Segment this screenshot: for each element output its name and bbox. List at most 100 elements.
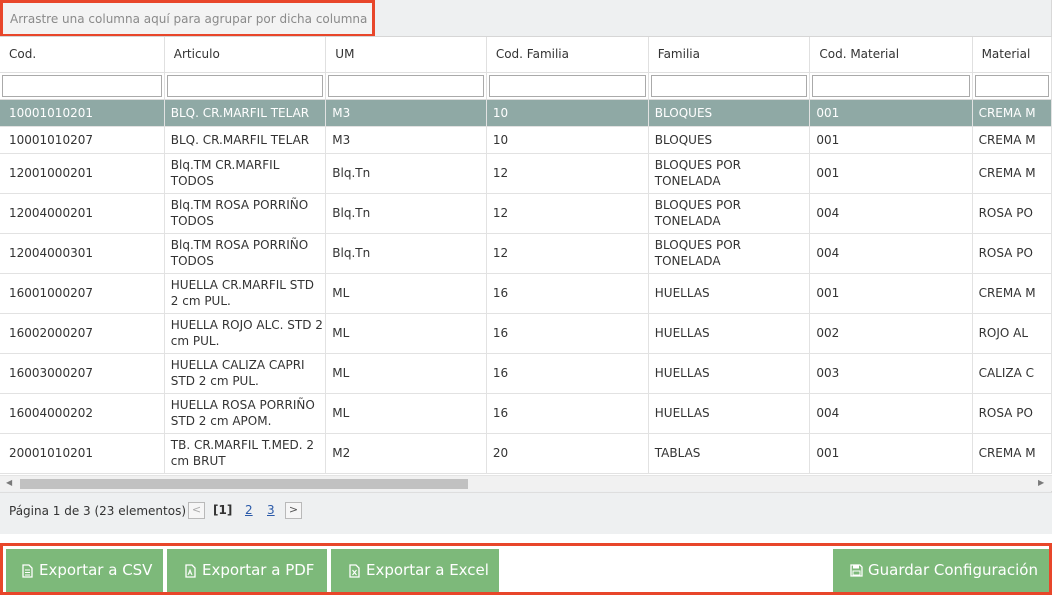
export-csv-label: Exportar a CSV: [39, 561, 153, 579]
cell-cod: 10001010201: [0, 99, 165, 127]
cell-cod-material: 004: [809, 193, 973, 234]
table-row[interactable]: 10001010201 BLQ. CR.MARFIL TELAR M3 10 BLOQU…: [0, 99, 1052, 127]
file-excel-icon: [349, 563, 360, 578]
cell-cod-familia: 16: [486, 273, 649, 314]
table-row[interactable]: 16002000207 HUELLA ROJO ALC. STD 2 cm PUL…: [0, 313, 1052, 354]
cell-familia: BLOQUES POR TONELADA: [648, 193, 811, 234]
cell-material: ROJO AL: [972, 313, 1052, 354]
table-row[interactable]: 12001000201 Blq.TM CR.MARFIL TODOS Blq.Tn 1…: [0, 153, 1052, 194]
cell-cod-material: 001: [809, 273, 973, 314]
pager: Página 1 de 3 (23 elementos) < [1] 2 3 >: [0, 492, 1052, 534]
cell-articulo: HUELLA ROJO ALC. STD 2 cm PUL.: [164, 313, 327, 354]
filter-row: [0, 72, 1052, 100]
column-header-cod-familia[interactable]: Cod. Familia: [486, 37, 649, 73]
cell-um: ML: [325, 393, 487, 434]
cell-familia: BLOQUES: [648, 99, 811, 127]
export-pdf-button[interactable]: Exportar a PDF: [167, 549, 327, 592]
grid-table-area: Cod. Articulo UM Cod. Familia Familia Co…: [0, 36, 1052, 475]
scrollbar-thumb[interactable]: [20, 479, 468, 489]
cell-material: CREMA M: [972, 153, 1052, 194]
table-row[interactable]: 12004000201 Blq.TM ROSA PORRIÑO TODOS Blq.…: [0, 193, 1052, 234]
cell-cod: 20001010201: [0, 433, 165, 474]
group-panel-hint: Arrastre una columna aquí para agrupar p…: [10, 12, 368, 26]
table-row[interactable]: 10001010207 BLQ. CR.MARFIL TELAR M3 10 BLOQU…: [0, 126, 1052, 154]
filter-input-material[interactable]: [974, 74, 1049, 97]
export-pdf-label: Exportar a PDF: [202, 561, 315, 579]
cell-material: ROSA PO: [972, 233, 1052, 274]
cell-cod: 10001010207: [0, 126, 165, 154]
cell-um: ML: [325, 273, 487, 314]
export-excel-label: Exportar a Excel: [366, 561, 489, 579]
column-header-material[interactable]: Material: [972, 37, 1052, 73]
cell-cod-material: 001: [809, 153, 973, 194]
filter-input-familia[interactable]: [650, 74, 808, 97]
table-row[interactable]: 20001010201 TB. CR.MARFIL T.MED. 2 cm BRU…: [0, 433, 1052, 474]
cell-cod: 16004000202: [0, 393, 165, 434]
cell-familia: TABLAS: [648, 433, 811, 474]
cell-um: ML: [325, 353, 487, 394]
export-csv-button[interactable]: Exportar a CSV: [6, 549, 163, 592]
file-text-icon: [22, 563, 33, 578]
cell-cod-familia: 10: [486, 99, 649, 127]
cell-articulo: HUELLA CALIZA CAPRI STD 2 cm PUL.: [164, 353, 327, 394]
filter-input-cod[interactable]: [2, 74, 162, 97]
column-header-um[interactable]: UM: [325, 37, 487, 73]
column-header-familia[interactable]: Familia: [648, 37, 811, 73]
cell-cod: 16002000207: [0, 313, 165, 354]
pager-current-page: [1]: [213, 503, 233, 517]
data-grid: Arrastre una columna aquí para agrupar p…: [0, 0, 1052, 534]
cell-articulo: HUELLA ROSA PORRIÑO STD 2 cm APOM.: [164, 393, 327, 434]
file-pdf-icon: [185, 563, 196, 578]
cell-cod: 12001000201: [0, 153, 165, 194]
pager-summary: Página 1 de 3 (23 elementos): [9, 504, 187, 518]
cell-familia: HUELLAS: [648, 313, 811, 354]
filter-input-cod-material[interactable]: [812, 74, 970, 97]
filter-input-cod-familia[interactable]: [488, 74, 646, 97]
pager-page-2[interactable]: 2: [245, 503, 253, 517]
column-header-cod[interactable]: Cod.: [0, 37, 165, 73]
cell-material: CREMA M: [972, 433, 1052, 474]
cell-cod-material: 001: [809, 99, 973, 127]
cell-um: Blq.Tn: [325, 233, 487, 274]
cell-material: ROSA PO: [972, 193, 1052, 234]
cell-cod: 12004000301: [0, 233, 165, 274]
cell-cod-material: 004: [809, 393, 973, 434]
save-configuration-button[interactable]: Guardar Configuración: [833, 549, 1049, 592]
group-by-panel[interactable]: Arrastre una columna aquí para agrupar p…: [0, 0, 375, 37]
table-row[interactable]: 16004000202 HUELLA ROSA PORRIÑO STD 2 cm …: [0, 393, 1052, 434]
scroll-left-arrow-icon[interactable]: ◀: [6, 478, 12, 487]
cell-cod-material: 003: [809, 353, 973, 394]
scroll-right-arrow-icon[interactable]: ▶: [1038, 478, 1044, 487]
table-row[interactable]: 12004000301 Blq.TM ROSA PORRIÑO TODOS Blq.…: [0, 233, 1052, 274]
table-row[interactable]: 16001000207 HUELLA CR.MARFIL STD 2 cm PUL…: [0, 273, 1052, 314]
column-header-cod-material[interactable]: Cod. Material: [809, 37, 973, 73]
cell-cod-familia: 16: [486, 353, 649, 394]
horizontal-scrollbar[interactable]: ◀ ▶: [0, 475, 1052, 491]
cell-cod-material: 001: [809, 126, 973, 154]
table-row[interactable]: 16003000207 HUELLA CALIZA CAPRI STD 2 cm …: [0, 353, 1052, 394]
cell-familia: BLOQUES: [648, 126, 811, 154]
cell-um: ML: [325, 313, 487, 354]
cell-material: CALIZA C: [972, 353, 1052, 394]
save-configuration-label: Guardar Configuración: [868, 561, 1038, 579]
filter-input-articulo[interactable]: [166, 74, 324, 97]
column-header-articulo[interactable]: Articulo: [164, 37, 327, 73]
cell-material: ROSA PO: [972, 393, 1052, 434]
cell-cod-familia: 12: [486, 233, 649, 274]
cell-articulo: HUELLA CR.MARFIL STD 2 cm PUL.: [164, 273, 327, 314]
pager-next-button[interactable]: >: [285, 502, 302, 519]
cell-cod-familia: 20: [486, 433, 649, 474]
pager-prev-button[interactable]: <: [188, 502, 205, 519]
pager-page-3[interactable]: 3: [267, 503, 275, 517]
cell-articulo: Blq.TM ROSA PORRIÑO TODOS: [164, 193, 327, 234]
cell-familia: HUELLAS: [648, 353, 811, 394]
filter-input-um[interactable]: [328, 74, 484, 97]
cell-familia: BLOQUES POR TONELADA: [648, 233, 811, 274]
cell-cod-familia: 16: [486, 393, 649, 434]
cell-um: M2: [325, 433, 487, 474]
cell-cod-material: 001: [809, 433, 973, 474]
export-excel-button[interactable]: Exportar a Excel: [331, 549, 499, 592]
cell-cod-familia: 10: [486, 126, 649, 154]
cell-cod-material: 004: [809, 233, 973, 274]
cell-articulo: Blq.TM CR.MARFIL TODOS: [164, 153, 327, 194]
